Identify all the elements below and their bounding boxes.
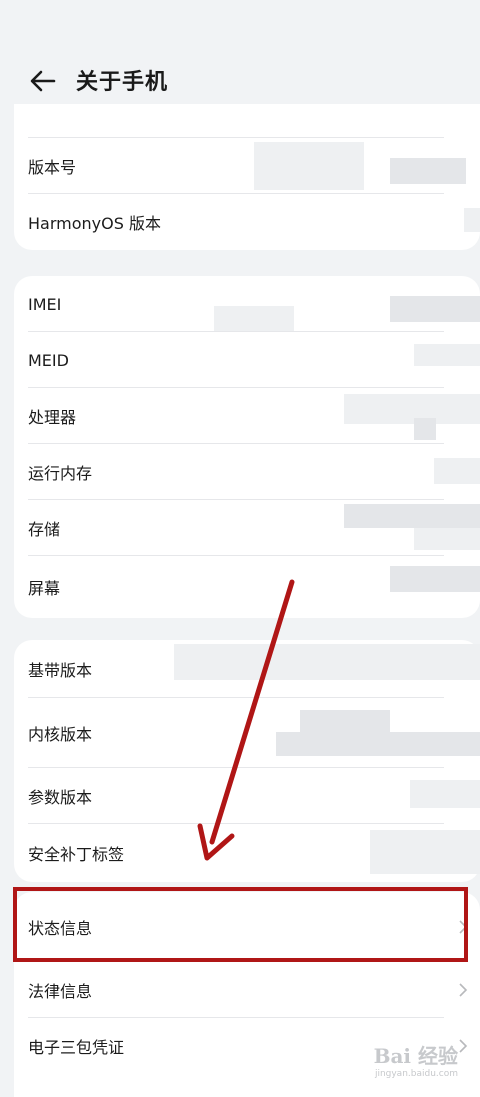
row-build-number[interactable]: 版本号	[14, 138, 480, 194]
section-build-info: 版本号 HarmonyOS 版本	[14, 138, 480, 250]
blurred-value	[344, 504, 480, 528]
watermark-url: jingyan.baidu.com	[374, 1069, 458, 1079]
blurred-value	[214, 306, 294, 332]
row-ram[interactable]: 运行内存	[14, 444, 480, 500]
blurred-value	[414, 528, 480, 550]
blurred-value	[390, 158, 466, 184]
row-storage[interactable]: 存储	[14, 500, 480, 556]
section-software-info: 基带版本 内核版本 参数版本 安全补丁标签	[14, 640, 480, 882]
chevron-right-icon	[459, 983, 468, 997]
row-legal-info[interactable]: 法律信息	[14, 962, 480, 1018]
row-label: 电子三包凭证	[28, 1038, 125, 1057]
blurred-value	[434, 458, 480, 484]
row-label: 内核版本	[28, 725, 93, 744]
row-harmonyos-version[interactable]: HarmonyOS 版本	[14, 194, 480, 250]
row-label: 参数版本	[28, 788, 93, 807]
blurred-value	[344, 394, 480, 424]
row-processor[interactable]: 处理器	[14, 388, 480, 444]
highlight-box	[13, 887, 468, 962]
row-meid[interactable]: MEID	[14, 332, 480, 388]
row-label: 运行内存	[28, 464, 93, 483]
blurred-value	[254, 142, 364, 190]
blurred-value	[390, 296, 480, 322]
row-imei[interactable]: IMEI	[14, 276, 480, 332]
row-label: 存储	[28, 520, 61, 539]
row-label: 屏幕	[28, 579, 61, 598]
row-parameter-version[interactable]: 参数版本	[14, 768, 480, 824]
row-label: 版本号	[28, 158, 77, 177]
section-hardware-info: IMEI MEID 处理器 运行内存 存储 屏幕	[14, 276, 480, 618]
blurred-value	[276, 732, 480, 756]
watermark-brand: Bai 经验	[373, 1044, 458, 1068]
blurred-value	[464, 208, 480, 232]
row-screen[interactable]: 屏幕	[14, 556, 480, 618]
scrolled-row-fragment	[14, 104, 480, 138]
blurred-value	[174, 644, 480, 680]
blurred-value	[370, 830, 480, 874]
blurred-value	[414, 344, 480, 366]
row-label: 基带版本	[28, 661, 93, 680]
chevron-right-icon	[459, 1039, 468, 1053]
row-kernel-version[interactable]: 内核版本	[14, 698, 480, 768]
row-security-patch[interactable]: 安全补丁标签	[14, 824, 480, 882]
watermark: Bai 经验 jingyan.baidu.com	[374, 1040, 458, 1079]
row-label: IMEI	[28, 294, 62, 314]
row-label: 法律信息	[28, 982, 93, 1001]
blurred-value	[300, 710, 390, 734]
row-baseband-version[interactable]: 基带版本	[14, 640, 480, 698]
row-label: MEID	[28, 350, 69, 370]
back-arrow-icon[interactable]	[28, 66, 58, 96]
row-label: 安全补丁标签	[28, 845, 125, 864]
blurred-value	[410, 780, 480, 808]
page-title: 关于手机	[76, 70, 169, 95]
blurred-value	[390, 566, 480, 592]
row-label: HarmonyOS 版本	[28, 214, 161, 233]
top-bar: 关于手机	[0, 0, 480, 120]
row-label: 处理器	[28, 408, 77, 427]
blurred-value	[414, 418, 436, 440]
